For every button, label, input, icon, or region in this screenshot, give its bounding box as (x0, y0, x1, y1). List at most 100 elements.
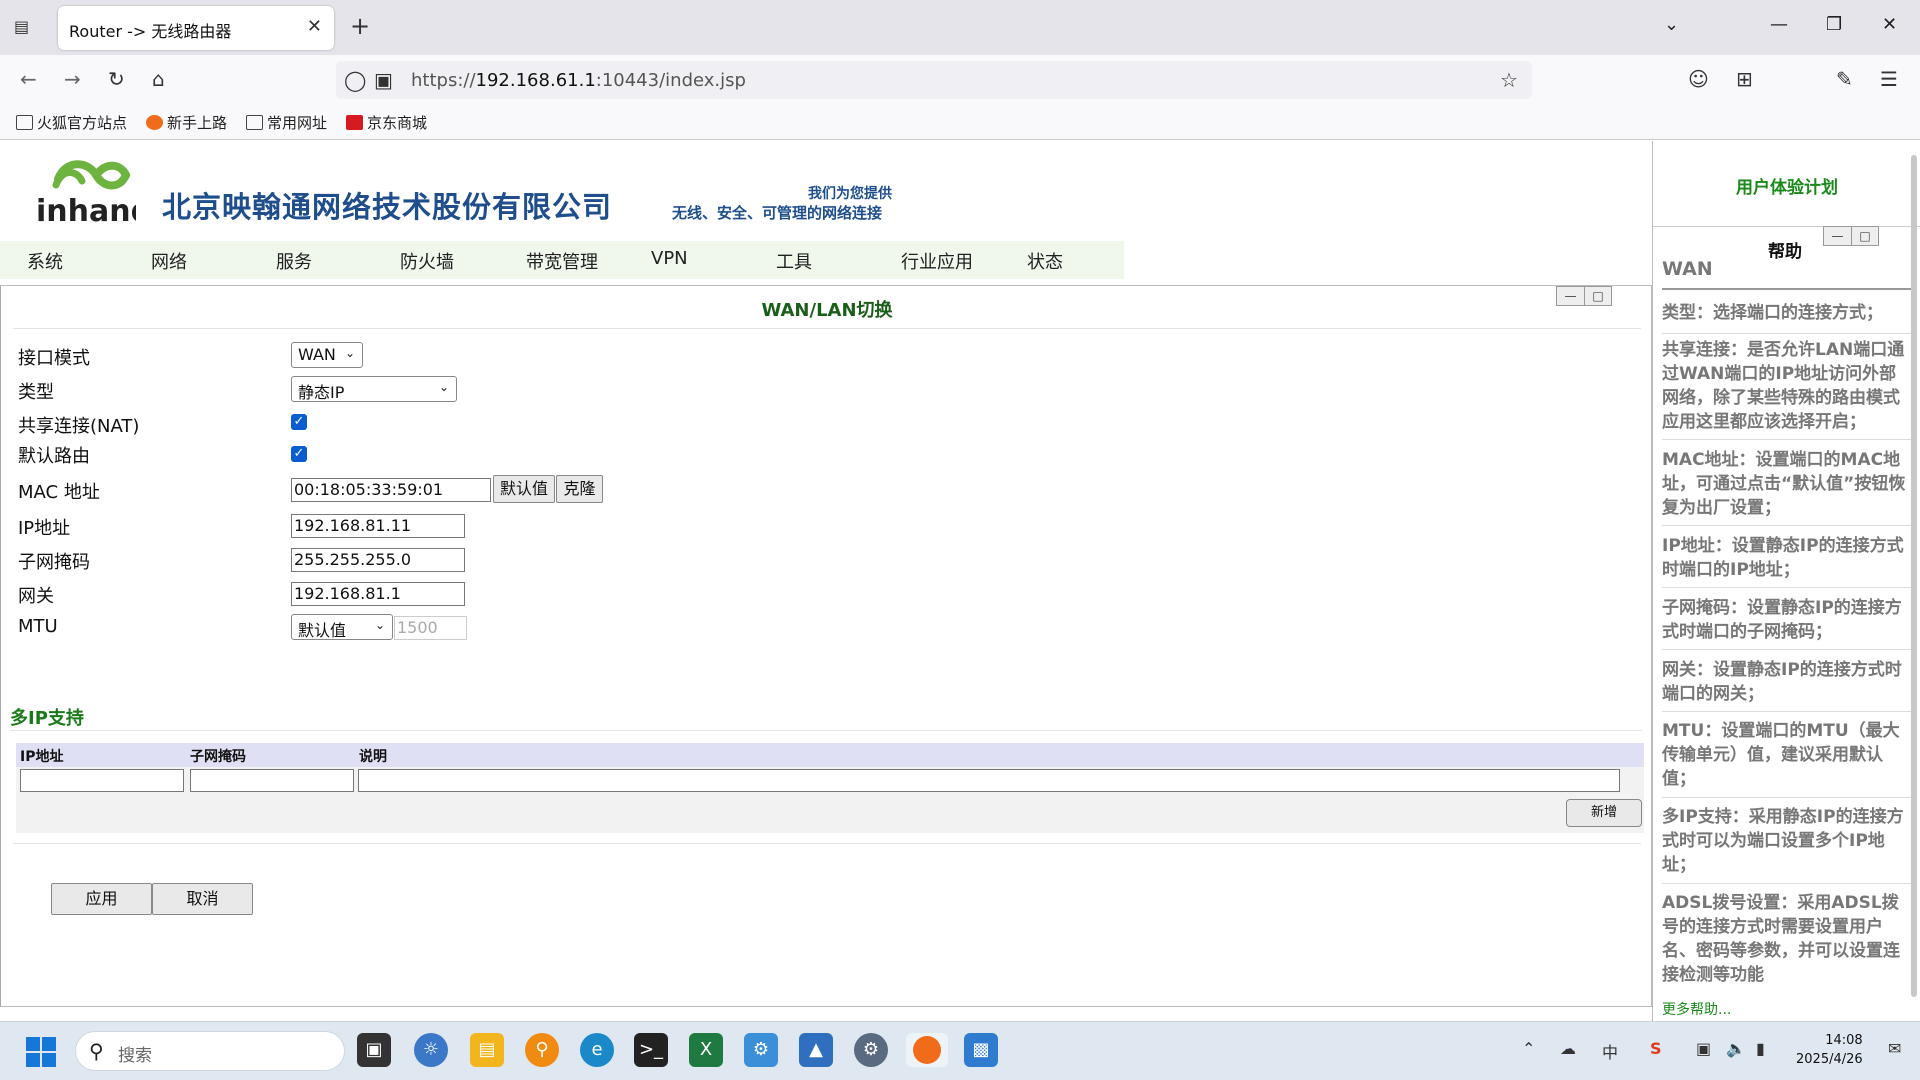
cancel-button[interactable]: 取消 (152, 883, 253, 915)
task-view-icon[interactable]: ▣ (357, 1033, 391, 1067)
help-paragraph: 网关：设置静态IP的连接方式时端口的网关； (1662, 660, 1902, 704)
folder-icon (246, 115, 263, 130)
battery-icon[interactable]: ▮ (1756, 1039, 1765, 1058)
multi-ip-description-input[interactable] (358, 769, 1620, 792)
new-tab-icon[interactable]: + (350, 12, 370, 40)
remote-desktop-icon[interactable]: ▩ (964, 1033, 998, 1067)
display-icon[interactable]: ▣ (1696, 1039, 1711, 1058)
router-page: inhand 北京映翰通网络技术股份有限公司 我们为您提供 无线、安全、可管理的… (0, 141, 1652, 1021)
apply-button[interactable]: 应用 (51, 883, 152, 915)
interface-mode-select[interactable]: WAN ⌄ (291, 342, 363, 368)
menu-vpn[interactable]: VPN (651, 248, 688, 269)
url-bar[interactable]: ◯ ▣ https://192.168.61.1:10443/index.jsp… (336, 61, 1532, 99)
clock-date: 2025/4/26 (1796, 1052, 1863, 1067)
cloud-icon[interactable]: ☁ (1560, 1039, 1576, 1058)
search-app-icon[interactable]: ⚲ (525, 1033, 559, 1067)
close-icon[interactable]: ✕ (307, 16, 322, 37)
shield-icon[interactable]: ◯ (344, 68, 366, 92)
sogou-icon[interactable]: S (1650, 1039, 1662, 1058)
excel-icon[interactable]: X (689, 1033, 723, 1067)
mac-input[interactable]: 00:18:05:33:59:01 (291, 478, 491, 502)
nat-checkbox[interactable]: ✓ (291, 414, 307, 430)
home-icon[interactable]: ⌂ (152, 67, 165, 91)
browser-chrome: ▤ Router -> 无线路由器 ✕ + ⌄ — ❐ ✕ ← → ↻ ⌂ ◯ … (0, 0, 1920, 140)
help-scrollbar[interactable] (1911, 155, 1917, 997)
menu-services[interactable]: 服务 (276, 248, 312, 274)
settings-icon[interactable]: ⚙ (854, 1033, 888, 1067)
url-text[interactable]: https://192.168.61.1:10443/index.jsp (411, 70, 746, 91)
bookmark-jd[interactable]: 京东商城 (346, 112, 427, 133)
menu-icon[interactable]: ☰ (1880, 67, 1898, 91)
chevron-down-icon: ⌄ (438, 380, 449, 394)
bookmark-getting-started[interactable]: 新手上路 (146, 112, 227, 133)
browser-app-icon[interactable]: ☼ (414, 1033, 448, 1067)
column-header-mask: 子网掩码 (190, 749, 246, 765)
mac-default-button[interactable]: 默认值 (493, 475, 555, 503)
mtu-input[interactable]: 1500 (394, 616, 467, 640)
mtu-select[interactable]: 默认值 ⌄ (291, 614, 393, 640)
maximize-icon[interactable]: □ (1851, 227, 1878, 245)
firefox-taskbar-icon[interactable] (906, 1033, 948, 1067)
ime-indicator[interactable]: 中 (1602, 1039, 1618, 1063)
help-paragraph: 共享连接：是否允许LAN端口通过WAN端口的IP地址访问外部网络，除了某些特殊的… (1662, 340, 1905, 432)
extensions-icon[interactable]: ✎ (1836, 67, 1853, 91)
add-ip-button[interactable]: 新增 (1566, 799, 1642, 827)
menu-firewall[interactable]: 防火墙 (400, 248, 454, 274)
menu-system[interactable]: 系统 (27, 248, 63, 274)
ip-input[interactable]: 192.168.81.11 (291, 514, 465, 538)
reload-icon[interactable]: ↻ (108, 67, 125, 91)
chevron-down-icon: ⌄ (374, 618, 385, 632)
default-route-checkbox[interactable]: ✓ (291, 446, 307, 462)
photos-icon[interactable]: ▲ (799, 1033, 833, 1067)
tab-router[interactable]: Router -> 无线路由器 ✕ (58, 6, 334, 50)
lock-icon[interactable]: ▣ (374, 68, 393, 92)
account-icon[interactable]: ☺ (1688, 67, 1709, 91)
help-paragraph: MTU：设置端口的MTU（最大传输单元）值，建议采用默认值； (1662, 721, 1900, 789)
menu-status[interactable]: 状态 (1027, 248, 1063, 274)
subnet-mask-input[interactable]: 255.255.255.0 (291, 548, 465, 572)
restore-icon[interactable]: ❐ (1826, 14, 1842, 35)
chevron-down-icon[interactable]: ⌄ (1664, 14, 1679, 35)
multi-ip-ip-input[interactable] (20, 769, 184, 792)
menu-network[interactable]: 网络 (151, 248, 187, 274)
search-placeholder: 搜索 (118, 1046, 152, 1066)
menu-tools[interactable]: 工具 (776, 248, 812, 274)
minimize-icon[interactable]: — (1824, 227, 1851, 245)
terminal-icon[interactable]: >_ (634, 1033, 668, 1067)
nat-label: 共享连接(NAT) (18, 416, 140, 437)
speaker-muted-icon[interactable]: 🔈 (1726, 1039, 1746, 1058)
inhand-logo: inhand (36, 160, 136, 229)
main-menu: 系统 网络 服务 防火墙 带宽管理 VPN 工具 行业应用 状态 (0, 241, 1124, 279)
network-tool-icon[interactable]: ⚙ (744, 1033, 778, 1067)
edge-icon[interactable]: e (580, 1033, 614, 1067)
crop-icon[interactable]: ⊞ (1736, 67, 1753, 91)
help-paragraph: IP地址：设置静态IP的连接方式时端口的IP地址； (1662, 536, 1904, 580)
nav-bar: ← → ↻ ⌂ ◯ ▣ https://192.168.61.1:10443/i… (0, 55, 1920, 103)
file-explorer-icon[interactable]: ▤ (470, 1033, 504, 1067)
divider (10, 730, 1642, 731)
tab-list-icon[interactable]: ▤ (14, 17, 36, 37)
ux-plan-link[interactable]: 用户体验计划 (1653, 173, 1920, 198)
forward-icon[interactable]: → (64, 67, 81, 91)
menu-bandwidth[interactable]: 带宽管理 (526, 248, 598, 274)
star-icon[interactable]: ☆ (1500, 68, 1518, 92)
multi-ip-mask-input[interactable] (190, 769, 354, 792)
clock[interactable]: 14:08 2025/4/26 (1796, 1031, 1863, 1069)
windows-start-icon[interactable] (26, 1037, 56, 1067)
mac-clone-button[interactable]: 克隆 (556, 475, 603, 503)
minimize-icon[interactable]: — (1770, 14, 1788, 35)
bookmark-common-sites[interactable]: 常用网址 (246, 112, 327, 133)
bookmark-firefox-site[interactable]: 火狐官方站点 (16, 112, 127, 133)
close-window-icon[interactable]: ✕ (1882, 14, 1897, 35)
gateway-label: 网关 (18, 586, 54, 607)
gateway-input[interactable]: 192.168.81.1 (291, 582, 465, 606)
more-help-link[interactable]: 更多帮助... (1662, 999, 1731, 1019)
type-label: 类型 (18, 382, 54, 403)
taskbar-search[interactable]: ⚲ 搜索 (75, 1031, 345, 1071)
divider (1662, 439, 1914, 440)
notification-icon[interactable]: ✉ (1888, 1039, 1901, 1058)
chevron-up-icon[interactable]: ⌃ (1522, 1039, 1535, 1058)
type-select[interactable]: 静态IP ⌄ (291, 376, 457, 402)
menu-industry[interactable]: 行业应用 (901, 248, 973, 274)
back-icon[interactable]: ← (20, 67, 37, 91)
